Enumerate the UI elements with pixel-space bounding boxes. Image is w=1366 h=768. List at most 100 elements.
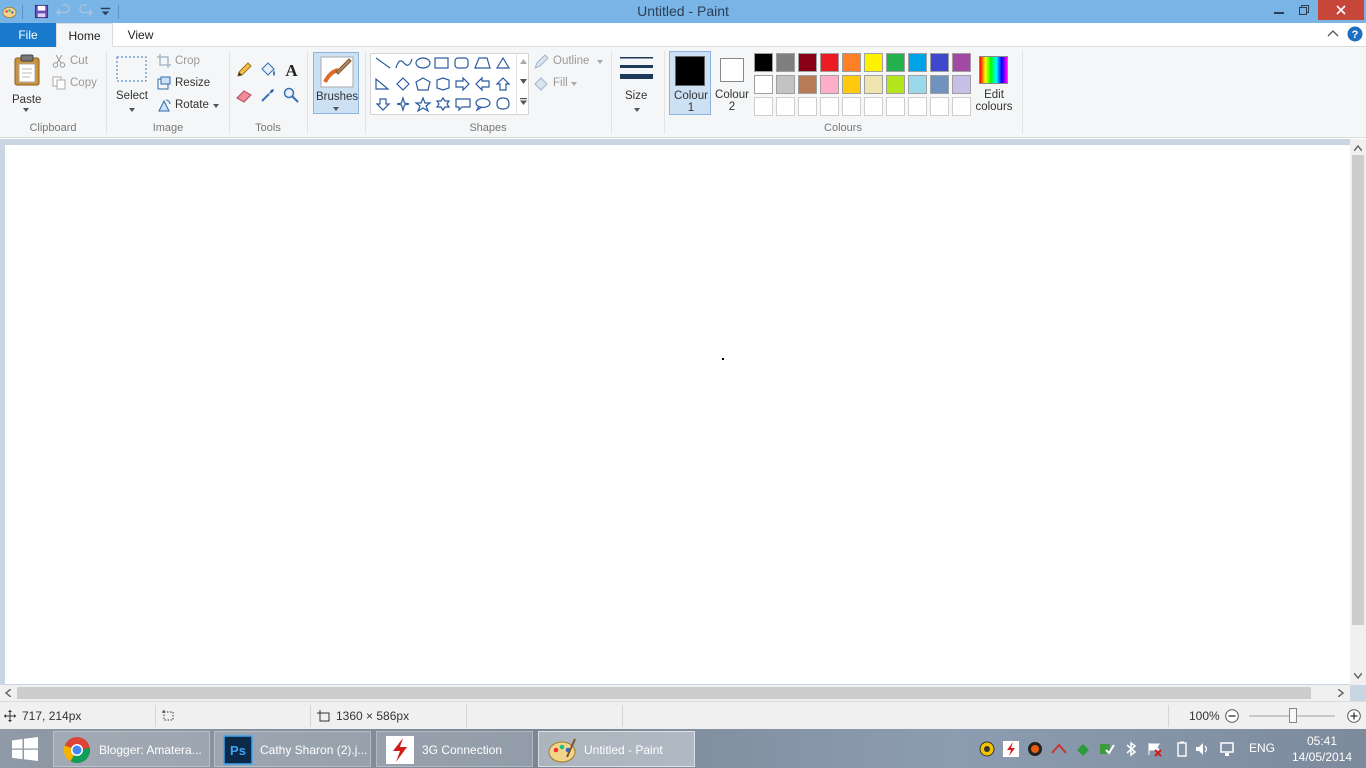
palette-swatch[interactable] (776, 75, 795, 94)
input-language[interactable]: ENG (1249, 741, 1275, 755)
scroll-right-icon[interactable] (1338, 689, 1344, 697)
pencil-icon[interactable] (236, 62, 252, 78)
palette-swatch[interactable] (798, 53, 817, 72)
vertical-scroll-thumb[interactable] (1352, 155, 1364, 625)
palette-swatch[interactable] (952, 53, 971, 72)
start-button[interactable] (0, 729, 50, 768)
magnifier-icon[interactable] (283, 87, 299, 103)
custom-colour-slot[interactable] (886, 97, 905, 116)
brushes-button[interactable]: Brushes (313, 52, 359, 114)
horizontal-scrollbar[interactable] (0, 685, 1350, 701)
custom-colour-slot[interactable] (908, 97, 927, 116)
clock-date[interactable]: 14/05/2014 (1285, 750, 1359, 764)
vertical-scrollbar[interactable] (1350, 139, 1366, 685)
rotate-button[interactable]: Rotate (157, 98, 223, 114)
palette-swatch[interactable] (930, 53, 949, 72)
windows-logo-icon (12, 737, 38, 761)
taskbar-item-photoshop[interactable]: Ps Cathy Sharon (2).j... (214, 731, 371, 767)
palette-swatch[interactable] (754, 75, 773, 94)
tab-view[interactable]: View (113, 23, 168, 47)
tray-app-icon[interactable] (979, 741, 995, 757)
cut-button[interactable]: Cut (52, 54, 102, 70)
tab-file[interactable]: File (0, 23, 56, 47)
clock-time[interactable]: 05:41 (1292, 734, 1352, 748)
shapes-icons[interactable] (373, 55, 518, 115)
custom-colour-slot[interactable] (842, 97, 861, 116)
crop-icon (157, 54, 171, 68)
palette-swatch[interactable] (776, 53, 795, 72)
tray-security-icon[interactable] (1099, 741, 1115, 757)
taskbar-item-3g-connection[interactable]: 3G Connection (376, 731, 533, 767)
crop-button[interactable]: Crop (157, 54, 217, 70)
custom-colour-slot[interactable] (930, 97, 949, 116)
palette-swatch[interactable] (864, 53, 883, 72)
tray-sync-icon[interactable] (1075, 741, 1091, 757)
palette-swatch[interactable] (886, 53, 905, 72)
palette-swatch[interactable] (754, 53, 773, 72)
resize-icon (157, 76, 171, 90)
taskbar-item-paint[interactable]: Untitled - Paint (538, 731, 695, 767)
eraser-icon[interactable] (236, 89, 252, 103)
edit-colours-button[interactable]: Edit colours (975, 51, 1013, 115)
help-icon[interactable]: ? (1347, 26, 1363, 42)
palette-swatch[interactable] (820, 53, 839, 72)
copy-button[interactable]: Copy (52, 76, 102, 92)
bluetooth-icon[interactable] (1123, 741, 1139, 757)
palette-swatch[interactable] (908, 75, 927, 94)
palette-swatch[interactable] (842, 75, 861, 94)
horizontal-scroll-thumb[interactable] (17, 687, 1311, 699)
colour2-button[interactable]: Colour 2 (713, 51, 751, 115)
zoom-in-icon[interactable] (1347, 709, 1361, 723)
minimize-ribbon-icon[interactable] (1327, 29, 1339, 39)
custom-colour-slot[interactable] (864, 97, 883, 116)
palette-swatch[interactable] (820, 75, 839, 94)
colour-picker-icon[interactable] (260, 87, 276, 103)
cursor-position: 717, 214px (22, 709, 82, 723)
shapes-gallery (370, 53, 529, 115)
outline-button[interactable]: Outline (533, 54, 605, 70)
text-tool-icon[interactable]: A (283, 62, 300, 78)
close-button[interactable] (1318, 0, 1364, 20)
palette-swatch[interactable] (930, 75, 949, 94)
drawing-canvas[interactable] (5, 145, 1350, 684)
network-monitor-icon[interactable] (1219, 741, 1235, 757)
fill-bucket-icon[interactable] (259, 62, 276, 78)
expand-gallery-icon[interactable] (520, 98, 527, 105)
selection-rectangle-icon (116, 56, 147, 82)
scroll-up-icon[interactable] (520, 59, 527, 64)
taskbar-item-chrome[interactable]: Blogger: Amatera... (53, 731, 210, 767)
resize-button[interactable]: Resize (157, 76, 217, 92)
custom-colour-slot[interactable] (952, 97, 971, 116)
zoom-out-icon[interactable] (1225, 709, 1239, 723)
tab-home[interactable]: Home (56, 23, 113, 48)
tray-network-icon[interactable] (1051, 741, 1067, 757)
scroll-left-icon[interactable] (5, 689, 11, 697)
custom-colour-slot[interactable] (820, 97, 839, 116)
custom-colour-slot[interactable] (754, 97, 773, 116)
size-button[interactable]: Size (617, 51, 657, 115)
palette-swatch[interactable] (908, 53, 927, 72)
minimize-button[interactable] (1268, 0, 1290, 20)
scroll-down-icon[interactable] (520, 79, 527, 84)
paste-button[interactable]: Paste (6, 51, 48, 115)
palette-swatch[interactable] (952, 75, 971, 94)
restore-button[interactable] (1293, 0, 1315, 20)
palette-swatch[interactable] (864, 75, 883, 94)
volume-icon[interactable] (1195, 741, 1211, 757)
custom-colour-slot[interactable] (776, 97, 795, 116)
palette-swatch[interactable] (842, 53, 861, 72)
palette-swatch[interactable] (886, 75, 905, 94)
palette-swatch[interactable] (798, 75, 817, 94)
tray-3g-icon[interactable] (1003, 741, 1019, 757)
colour1-button[interactable]: Colour 1 (669, 51, 711, 115)
shapes-scrollbar[interactable] (516, 54, 529, 114)
custom-colour-slot[interactable] (798, 97, 817, 116)
zoom-slider-thumb[interactable] (1289, 708, 1297, 723)
fill-button[interactable]: Fill (533, 76, 605, 92)
select-button[interactable]: Select (112, 51, 150, 115)
action-center-icon[interactable] (1147, 741, 1163, 757)
tray-media-icon[interactable] (1027, 741, 1043, 757)
scroll-down-icon[interactable] (1354, 673, 1362, 679)
scroll-up-icon[interactable] (1354, 145, 1362, 151)
battery-icon[interactable] (1174, 741, 1190, 757)
